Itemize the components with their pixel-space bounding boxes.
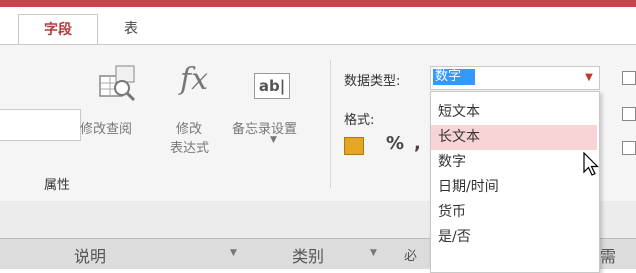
title-bar-accent (0, 0, 636, 7)
tab-table[interactable]: 表 (106, 14, 156, 45)
data-type-selected-value: 数字 (433, 69, 475, 85)
modify-lookup-button[interactable]: 修改查阅 (80, 118, 132, 137)
memo-settings-icon: ab| (254, 73, 290, 99)
column-header-description[interactable]: 说明 (74, 243, 106, 267)
tab-fields[interactable]: 字段 (18, 14, 98, 46)
data-type-label: 数据类型: (344, 74, 401, 89)
chevron-down-icon[interactable]: ▼ (270, 135, 277, 145)
field-name-input[interactable] (0, 109, 81, 141)
percent-button[interactable]: % (386, 133, 404, 154)
comma-button[interactable]: , (414, 133, 421, 154)
unique-checkbox[interactable] (622, 107, 636, 121)
column-header-partial-right: 需 (600, 247, 617, 266)
column-header-category[interactable]: 类别 (292, 243, 324, 267)
memo-settings-button[interactable]: 备忘录设置 (232, 118, 297, 137)
format-label: 格式: (344, 113, 375, 128)
group-separator (330, 60, 331, 188)
option-short-text[interactable]: 短文本 (431, 100, 597, 125)
chevron-down-icon[interactable]: ▼ (579, 67, 599, 89)
required-checkbox[interactable] (622, 71, 636, 85)
option-number[interactable]: 数字 (431, 150, 597, 175)
mouse-pointer-icon (582, 151, 602, 178)
currency-format-icon[interactable] (344, 137, 364, 155)
modify-lookup-icon (98, 62, 138, 102)
option-long-text[interactable]: 长文本 (431, 125, 597, 150)
fx-icon: fx (180, 62, 209, 97)
option-currency[interactable]: 货币 (431, 200, 597, 225)
option-date-time[interactable]: 日期/时间 (431, 175, 597, 200)
modify-expression-line1[interactable]: 修改 (176, 118, 202, 137)
chevron-down-icon[interactable]: ▼ (370, 248, 377, 258)
column-header-partial: 必 (404, 249, 418, 264)
group-label-properties: 属性 (44, 178, 71, 193)
option-yes-no[interactable]: 是/否 (431, 225, 597, 250)
data-type-combo[interactable]: 数字 ▼ (430, 66, 600, 90)
indexed-checkbox[interactable] (622, 141, 636, 155)
chevron-down-icon[interactable]: ▼ (230, 248, 237, 258)
modify-expression-line2[interactable]: 表达式 (170, 137, 209, 156)
data-type-dropdown: 短文本 长文本 数字 日期/时间 货币 是/否 (430, 91, 600, 273)
